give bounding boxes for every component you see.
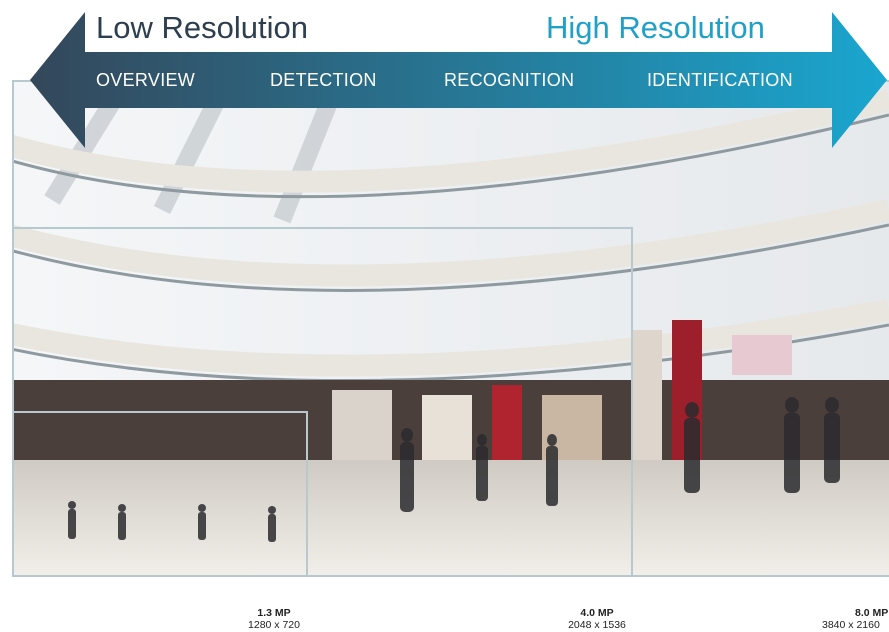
megapixel-value: 8.0 MP [855, 607, 889, 619]
pixel-dimensions: 3840 x 2160 [822, 619, 880, 631]
stage-identification: IDENTIFICATION [647, 70, 793, 90]
stage-overview: OVERVIEW [96, 70, 196, 90]
high-resolution-label: High Resolution [546, 10, 765, 45]
resolution-label-8mp: 8.0 MP 3840 x 2160 [817, 607, 889, 631]
low-resolution-label: Low Resolution [96, 10, 308, 45]
resolution-label-1-3mp: 1.3 MP 1280 x 720 [224, 607, 324, 631]
resolution-label-4mp: 4.0 MP 2048 x 1536 [547, 607, 647, 631]
pixel-dimensions: 1280 x 720 [248, 619, 300, 631]
megapixel-value: 1.3 MP [257, 607, 291, 619]
resolution-arrow: Low Resolution High Resolution OVERVIEW … [0, 0, 889, 150]
pixel-dimensions: 2048 x 1536 [568, 619, 626, 631]
megapixel-value: 4.0 MP [580, 607, 614, 619]
stage-recognition: RECOGNITION [444, 70, 575, 90]
stage-detection: DETECTION [270, 70, 377, 90]
frame-1-3mp [12, 411, 308, 577]
